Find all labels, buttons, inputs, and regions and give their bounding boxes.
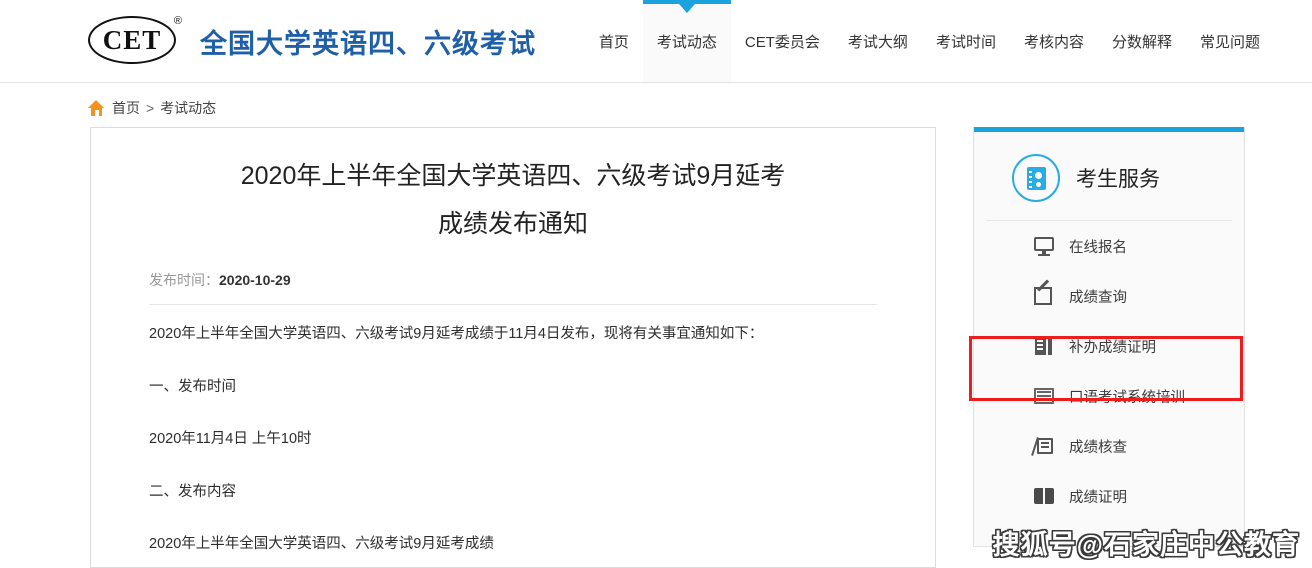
monitor-icon: [1033, 236, 1055, 256]
article-paragraph: 一、发布时间: [149, 378, 236, 395]
nav-label: 考核内容: [1023, 33, 1084, 51]
nav-label: 考试时间: [935, 33, 996, 51]
nav-label: 考试大纲: [847, 33, 908, 51]
sidebar-item-online-registration[interactable]: 在线报名: [974, 221, 1244, 271]
registered-trademark-icon: ®: [173, 15, 182, 27]
sidebar-item-score-query[interactable]: 成绩查询: [974, 271, 1244, 321]
breadcrumb: 首页 > 考试动态: [88, 98, 216, 118]
nav-label: 常见问题: [1199, 33, 1260, 51]
nav-item-3[interactable]: 考试大纲: [834, 0, 922, 82]
nav-label: 首页: [598, 33, 629, 51]
page-title: 2020年上半年全国大学英语四、六级考试9月延考 成绩发布通知: [149, 152, 877, 248]
nav-item-6[interactable]: 分数解释: [1098, 0, 1186, 82]
sidebar-item-score-certificate[interactable]: 成绩证明: [974, 471, 1244, 521]
sidebar-item-label: 成绩证明: [1069, 489, 1127, 506]
breadcrumb-home-link[interactable]: 首页: [112, 98, 140, 118]
article-paragraph: 2020年上半年全国大学英语四、六级考试9月延考成绩: [149, 536, 494, 552]
brand-title: 全国大学英语四、六级考试: [200, 28, 536, 59]
breadcrumb-current[interactable]: 考试动态: [160, 98, 216, 118]
article-inner: 2020年上半年全国大学英语四、六级考试9月延考 成绩发布通知 发布时间：202…: [91, 128, 935, 552]
sidebar-header: 考生服务: [986, 132, 1232, 221]
edit-icon: [1033, 279, 1055, 306]
nav-item-5[interactable]: 考核内容: [1010, 0, 1098, 82]
article-card: 2020年上半年全国大学英语四、六级考试9月延考 成绩发布通知 发布时间：202…: [90, 127, 936, 568]
main-navigation: 首页 考试动态 CET委员会 考试大纲 考试时间 考核内容 分数解释 常见问题: [585, 0, 1274, 82]
nav-label: 分数解释: [1111, 33, 1172, 51]
sidebar-item-oral-exam-training[interactable]: 口语考试系统培训: [974, 371, 1244, 421]
article-paragraph: 2020年11月4日 上午10时: [149, 431, 312, 447]
nav-item-1[interactable]: 考试动态: [642, 0, 731, 82]
sidebar-item-score-review[interactable]: 成绩核查: [974, 421, 1244, 471]
site-brand[interactable]: CET ® 全国大学英语四、六级考试: [88, 14, 536, 68]
sidebar-item-label: 成绩查询: [1069, 289, 1127, 306]
nav-item-7[interactable]: 常见问题: [1186, 0, 1274, 82]
watermark: 搜狐号@石家庄中公教育: [992, 530, 1300, 560]
chevron-down-icon: [678, 4, 695, 13]
sidebar-item-reissue-certificate[interactable]: 补办成绩证明: [974, 321, 1244, 371]
book-icon: [1033, 486, 1055, 506]
article-title-line-2: 成绩发布通知: [437, 210, 588, 238]
service-list: 在线报名 成绩查询 补办成绩证明 口语考试系统培训 成绩核查 成绩证明: [974, 221, 1244, 521]
header-inner: CET ® 全国大学英语四、六级考试 首页 考试动态 CET委员会 考试大纲 考…: [0, 0, 1312, 82]
certificate-icon: [1033, 336, 1055, 356]
nav-item-4[interactable]: 考试时间: [922, 0, 1010, 82]
site-header: CET ® 全国大学英语四、六级考试 首页 考试动态 CET委员会 考试大纲 考…: [0, 0, 1312, 83]
article-paragraph: 2020年上半年全国大学英语四、六级考试9月延考成绩于11月4日发布，现将有关事…: [149, 326, 764, 342]
sidebar-title: 考生服务: [1076, 168, 1160, 191]
nav-item-0[interactable]: 首页: [585, 0, 643, 82]
article-title-line-1: 2020年上半年全国大学英语四、六级考试9月延考: [240, 162, 786, 190]
article-meta: 发布时间：2020-10-29: [149, 270, 877, 305]
home-icon: [88, 100, 105, 116]
sidebar-item-label: 补办成绩证明: [1069, 339, 1156, 356]
sidebar-item-label: 口语考试系统培训: [1069, 389, 1185, 406]
article-paragraph: 二、发布内容: [149, 483, 236, 500]
review-icon: [1031, 436, 1055, 456]
logo-text: CET: [102, 24, 162, 55]
nav-label: 考试动态: [656, 33, 717, 51]
breadcrumb-separator: >: [146, 100, 155, 116]
nav-item-2[interactable]: CET委员会: [731, 0, 834, 82]
id-card-icon: [1012, 154, 1060, 202]
sidebar-item-label: 在线报名: [1069, 239, 1127, 256]
article-body: 2020年上半年全国大学英语四、六级考试9月延考成绩于11月4日发布，现将有关事…: [149, 327, 877, 552]
cet-logo-icon: CET ®: [88, 14, 182, 68]
oral-exam-icon: [1033, 386, 1055, 406]
publish-date: 2020-10-29: [219, 272, 291, 288]
candidate-services-panel: 考生服务 在线报名 成绩查询 补办成绩证明 口语考试系统培训 成绩核查 成绩证明: [973, 127, 1245, 547]
sidebar-item-label: 成绩核查: [1069, 439, 1127, 456]
publish-time-label: 发布时间：: [149, 272, 219, 288]
nav-label: CET委员会: [744, 33, 820, 51]
